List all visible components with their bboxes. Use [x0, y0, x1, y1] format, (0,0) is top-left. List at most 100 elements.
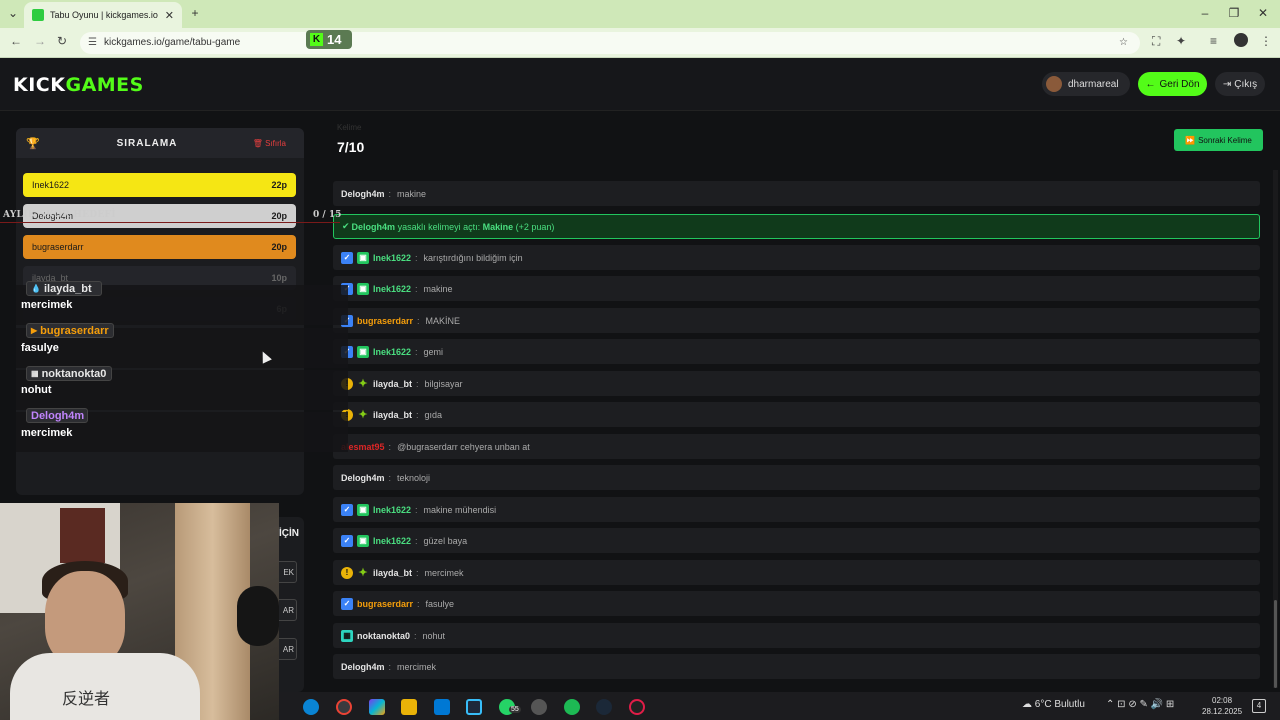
store-icon[interactable]	[466, 699, 482, 715]
obs-icon[interactable]	[629, 699, 645, 715]
address-bar-row: ← → ↻ ☰ kickgames.io/game/tabu-game ☆ ⛶ …	[0, 28, 1280, 58]
browser-menu-icon[interactable]: ⋮	[1260, 34, 1272, 48]
edge-icon[interactable]	[303, 699, 319, 715]
chat-separator: :	[416, 378, 419, 389]
panel-heading: İÇİN	[279, 528, 299, 539]
chat-separator: :	[388, 188, 392, 199]
new-tab-icon[interactable]: +	[186, 4, 204, 22]
chat-feed: ✔ Delogh4m yasaklı kelimeyi açtı: Makine…	[333, 181, 1260, 681]
verified-badge-icon: ▶	[31, 326, 38, 335]
weather-widget[interactable]: ☁ 6°C Bulutlu	[1022, 699, 1085, 710]
chat-text: mercimek	[397, 661, 437, 672]
leaderboard-header: 🏆 SIRALAMA 🗑 Sıfırla	[16, 128, 304, 158]
chat-text: mercimek	[424, 567, 464, 578]
system-message-word: Makine	[482, 221, 514, 232]
steam-icon[interactable]	[596, 699, 612, 715]
webcam-face	[45, 571, 125, 666]
webcam-poster	[60, 508, 105, 563]
tab-list-icon[interactable]: ⌄	[4, 4, 22, 22]
bookmark-star-icon[interactable]: ☆	[1119, 32, 1128, 54]
guess-overlay-word: nohut	[21, 384, 52, 396]
browser-tab[interactable]: Tabu Oyunu | kickgames.io ✕	[24, 2, 182, 28]
chrome-icon[interactable]	[336, 699, 352, 715]
copilot-icon[interactable]	[369, 699, 385, 715]
overlay-divider	[0, 222, 340, 223]
leaderboard-points: 10p	[271, 273, 287, 283]
chat-text: gıda	[424, 409, 443, 420]
kick-logo-icon: K	[310, 33, 323, 46]
chat-username[interactable]: Delogh4m	[341, 189, 385, 199]
chat-message: alesmat95: @bugraserdarr cehyera unban at	[333, 434, 1260, 459]
kickgames-logo[interactable]: KICKGAMES	[13, 74, 144, 96]
chat-username[interactable]: bugraserdarr	[357, 599, 413, 609]
chat-separator: :	[388, 661, 392, 672]
chat-scrollbar-thumb[interactable]	[1274, 600, 1277, 688]
spotify-icon[interactable]	[564, 699, 580, 715]
leaderboard-player-name: Inek1622	[32, 180, 70, 190]
user-chip[interactable]: dharmareal	[1042, 72, 1130, 96]
chat-separator: :	[388, 441, 392, 452]
guess-overlay-word: mercimek	[21, 299, 73, 311]
chat-separator: :	[414, 630, 417, 641]
window-close-icon[interactable]: ✕	[1254, 4, 1272, 22]
url-input[interactable]: ☰ kickgames.io/game/tabu-game ☆	[80, 32, 1140, 54]
chat-message: ▦ noktanokta0: nohut	[333, 623, 1260, 648]
taskbar-clock[interactable]: 02:08 28.12.2025	[1202, 695, 1242, 717]
next-word-label: Sonraki Kelime	[1198, 135, 1252, 145]
guess-overlay-username: ilayda_bt	[43, 282, 92, 295]
chat-text: bilgisayar	[424, 378, 463, 389]
site-header: KICKGAMES dharmareal ← Geri Dön ⇥ Çıkış	[0, 58, 1280, 111]
chat-username[interactable]: Inek1622	[373, 347, 411, 357]
chat-username[interactable]: bugraserdarr	[357, 316, 413, 326]
browser-tab-bar: ⌄ Tabu Oyunu | kickgames.io ✕ + – ❐ ✕	[0, 0, 1280, 28]
system-tray-icons[interactable]: ⌃ ⊡ ⊘ ✎ 🔊 ⊞	[1106, 699, 1174, 710]
restore-icon[interactable]: ❐	[1225, 4, 1243, 22]
screenshot-icon[interactable]: ⛶	[1152, 34, 1160, 49]
system-message-user: Delogh4m	[351, 221, 396, 232]
settings-gear-icon[interactable]	[531, 699, 547, 715]
verified-badge-icon: ✓	[341, 534, 353, 547]
back-arrow-icon[interactable]: ←	[10, 34, 22, 48]
fast-forward-icon: ⏩	[1185, 135, 1196, 145]
next-word-button[interactable]: ⏩ Sonraki Kelime	[1174, 129, 1263, 151]
chat-username[interactable]: Inek1622	[373, 536, 411, 546]
tab-close-icon[interactable]: ✕	[165, 9, 174, 22]
notification-icon[interactable]: 4	[1252, 699, 1266, 713]
reset-button[interactable]: 🗑 Sıfırla	[253, 139, 286, 148]
chat-username[interactable]: Inek1622	[373, 505, 411, 515]
chat-message: Delogh4m: mercimek	[333, 654, 1260, 679]
file-explorer-icon[interactable]	[401, 699, 417, 715]
chat-username[interactable]: ilayda_bt	[373, 410, 412, 420]
guess-overlay-word: fasulye	[21, 342, 59, 354]
chat-separator: :	[416, 567, 419, 578]
minimize-icon[interactable]: –	[1196, 4, 1214, 22]
chat-username[interactable]: ilayda_bt	[373, 568, 412, 578]
chat-text: fasulye	[425, 598, 455, 609]
site-info-icon[interactable]: ☰	[88, 32, 97, 54]
chat-separator: :	[415, 504, 418, 515]
sparkle-badge-icon: ✦	[358, 377, 368, 390]
chat-text: MAKİNE	[425, 315, 461, 326]
chat-username[interactable]: ilayda_bt	[373, 379, 412, 389]
system-message: ✔ Delogh4m yasaklı kelimeyi açtı: Makine…	[333, 214, 1260, 239]
back-button[interactable]: ← Geri Dön	[1138, 72, 1207, 96]
chat-text: @bugraserdarr cehyera unban at	[397, 441, 530, 452]
guess-overlay-user: ▶ bugraserdarr	[26, 323, 114, 338]
media-controls-icon[interactable]: ≡	[1210, 34, 1217, 48]
logout-button[interactable]: ⇥ Çıkış	[1215, 72, 1265, 96]
chat-username[interactable]: Inek1622	[373, 253, 411, 263]
kick-extension-badge[interactable]: K 14	[306, 30, 352, 49]
chat-username[interactable]: Delogh4m	[341, 662, 385, 672]
logout-icon: ⇥	[1222, 78, 1232, 90]
tab-title: Tabu Oyunu | kickgames.io	[50, 10, 158, 20]
forward-arrow-icon[interactable]: →	[34, 34, 46, 48]
chat-username[interactable]: noktanokta0	[357, 631, 410, 641]
chat-username[interactable]: Delogh4m	[341, 473, 385, 483]
leaderboard-points: 20p	[271, 242, 287, 252]
reload-icon[interactable]: ↻	[57, 34, 67, 48]
extensions-icon[interactable]: ✦	[1176, 34, 1186, 48]
outlook-icon[interactable]	[434, 699, 450, 715]
profile-avatar-icon[interactable]	[1234, 33, 1248, 47]
weather-text: 6°C Bulutlu	[1034, 699, 1085, 710]
chat-username[interactable]: Inek1622	[373, 284, 411, 294]
